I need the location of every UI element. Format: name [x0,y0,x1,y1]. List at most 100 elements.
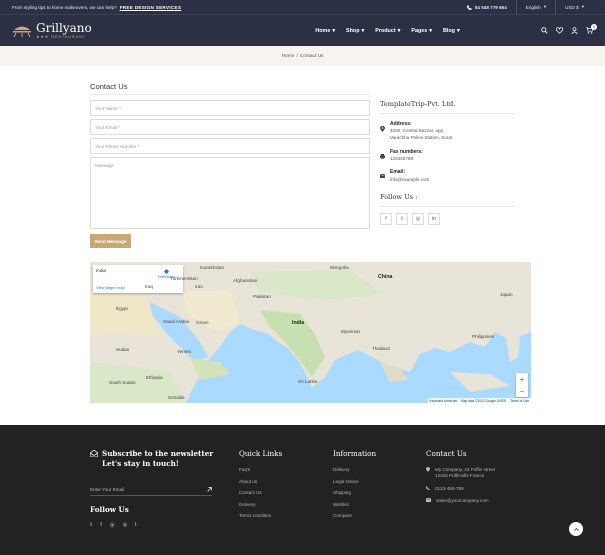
phone[interactable]: 54 548 779 654 [458,0,516,15]
zoom-in-button[interactable]: + [520,375,525,384]
chevron-down-icon: ▾ [456,27,460,34]
brand-tagline: ★★★ RESTAURANT [36,34,86,39]
instagram-icon[interactable]: ◎ [412,213,424,226]
message-textarea[interactable]: Message [90,157,370,229]
footer-link-delivery[interactable]: Delivery [239,502,282,507]
user-icon[interactable] [571,27,578,34]
breadcrumb-current: Contact Us [299,53,324,59]
logo[interactable]: Grillyano ★★★ RESTAURANT [12,22,122,39]
footer-follow-title: Follow Us [90,505,129,515]
linkedin-icon[interactable]: in [428,213,440,226]
map-zoom-controls: + − [516,373,528,397]
information-links: Information Delivery Legal Notice Shippi… [333,449,376,525]
footer-contact: Contact Us My Company, 42 Puffin street 1… [426,449,495,511]
fax-icon [380,153,385,159]
promo-text: From styling tips to home makeovers, we … [12,4,117,10]
footer-link-about[interactable]: About us [239,479,282,484]
phone-icon [466,4,472,10]
footer-address: My Company, 42 Puffin street 12345 Puffin… [426,467,495,480]
footer-link-compare[interactable]: Compare [333,513,376,518]
nav-shop[interactable]: Shop ▾ [346,28,364,34]
footer-link-delivery-info[interactable]: Delivery [333,467,376,472]
footer-link-wishlist[interactable]: Wishlist [333,502,376,507]
social-links: f 𝕥 ◎ in [380,213,515,226]
follow-us-heading: Follow Us : [380,193,515,208]
grill-logo-icon [13,26,31,37]
footer-phone: 0123-456-789 [426,485,495,492]
newsletter-title: Subscribe to the newsletter Let's stay i… [90,449,220,468]
newsletter-email-input[interactable]: Enter Your Email [90,484,212,497]
company-info: TemplateTrip-Pvt. Ltd. Address: 4030, Ce… [380,100,515,226]
email-block: Email: info@example.com [380,169,515,183]
google-map[interactable]: India View larger map Directions China K… [90,262,531,403]
quick-links-title: Quick Links [239,449,283,458]
tumblr-icon[interactable]: t [135,522,136,529]
chevron-down-icon: ▾ [397,27,401,34]
location-pin-icon [380,126,385,132]
directions-icon [164,269,170,274]
pinterest-icon[interactable]: ⦿ [110,522,115,529]
footer-email: sales@yourcompany.com [426,498,495,504]
currency-select[interactable]: USD $ ▾ [555,0,593,15]
header: Grillyano ★★★ RESTAURANT Home ▾ Shop ▾ Pro… [0,15,605,46]
zoom-out-button[interactable]: − [520,387,525,396]
footer-link-contact[interactable]: Contact Us [239,490,282,495]
main-nav: Home ▾ Shop ▾ Product ▾ Pages ▾ Blog ▾ [234,28,541,34]
promo: From styling tips to home makeovers, we … [12,5,458,10]
footer-link-legal[interactable]: Legal Notice [333,479,376,484]
instagram-icon[interactable]: ◎ [123,522,127,529]
facebook-icon[interactable]: f [380,213,392,226]
footer-link-terms[interactable]: Terms condition [239,513,282,518]
breadcrumb: Home / Contact Us [0,46,605,66]
arrow-up-icon [573,527,579,531]
send-arrow-icon[interactable] [207,487,212,493]
quick-links: Quick Links Faq's About us Contact Us De… [239,449,282,525]
name-input[interactable]: Your Name * [90,100,370,116]
address-block: Address: 4030, Central Bazzar, opp. Vara… [380,121,515,142]
mail-icon [426,498,431,503]
nav-pages[interactable]: Pages ▾ [411,28,432,34]
footer-link-faq[interactable]: Faq's [239,467,282,472]
chevron-down-icon: ▾ [581,4,584,9]
send-message-button[interactable]: Send Message [90,234,131,248]
chevron-down-icon: ▾ [429,27,432,34]
breadcrumb-home[interactable]: Home [282,54,295,59]
brand-name: Grillyano [36,21,92,35]
free-design-link[interactable]: FREE DESIGN SERVICES [120,5,182,10]
cart-button[interactable]: 0 [586,24,597,34]
nav-home[interactable]: Home ▾ [315,28,335,34]
heart-icon[interactable] [556,27,563,34]
map-attribution: Keyboard shortcuts Map data ©2022 Google… [427,398,531,403]
footer: Subscribe to the newsletter Let's stay i… [0,425,605,555]
email-input[interactable]: Your Email * [90,119,370,135]
top-bar: From styling tips to home makeovers, we … [0,0,605,15]
twitter-icon[interactable]: 𝕥 [90,522,92,529]
chevron-down-icon: ▾ [361,27,365,34]
title-divider [90,94,370,95]
chevron-down-icon: ▾ [543,4,547,9]
back-to-top-button[interactable] [569,522,583,536]
language-select[interactable]: English ▾ [515,0,555,15]
company-name: TemplateTrip-Pvt. Ltd. [380,100,515,114]
location-pin-icon [426,467,430,472]
top-bar-right: 54 548 779 654 English ▾ USD $ ▾ [458,0,593,15]
view-larger-map-link[interactable]: View larger map [96,285,180,290]
mail-open-icon [90,450,98,457]
page-title: Contact Us [90,82,128,91]
information-title: Information [333,449,377,458]
cart-count-badge: 0 [591,24,597,30]
fax-block: Fax numbers: 123456789 [380,149,515,163]
chevron-down-icon: ▾ [332,27,336,34]
facebook-icon[interactable]: f [100,522,101,529]
phone-input[interactable]: Your Phone Number * [90,138,370,154]
mail-icon [380,174,385,179]
search-icon[interactable] [541,27,548,34]
company-email-link[interactable]: info@example.com [390,177,515,184]
nav-product[interactable]: Product ▾ [375,28,400,34]
twitter-icon[interactable]: 𝕥 [396,213,408,226]
newsletter: Subscribe to the newsletter Let's stay i… [90,449,220,529]
nav-blog[interactable]: Blog ▾ [443,28,460,34]
footer-link-shipping[interactable]: Shipping [333,490,376,495]
breadcrumb-separator: / [296,53,298,59]
phone-icon [426,485,430,490]
